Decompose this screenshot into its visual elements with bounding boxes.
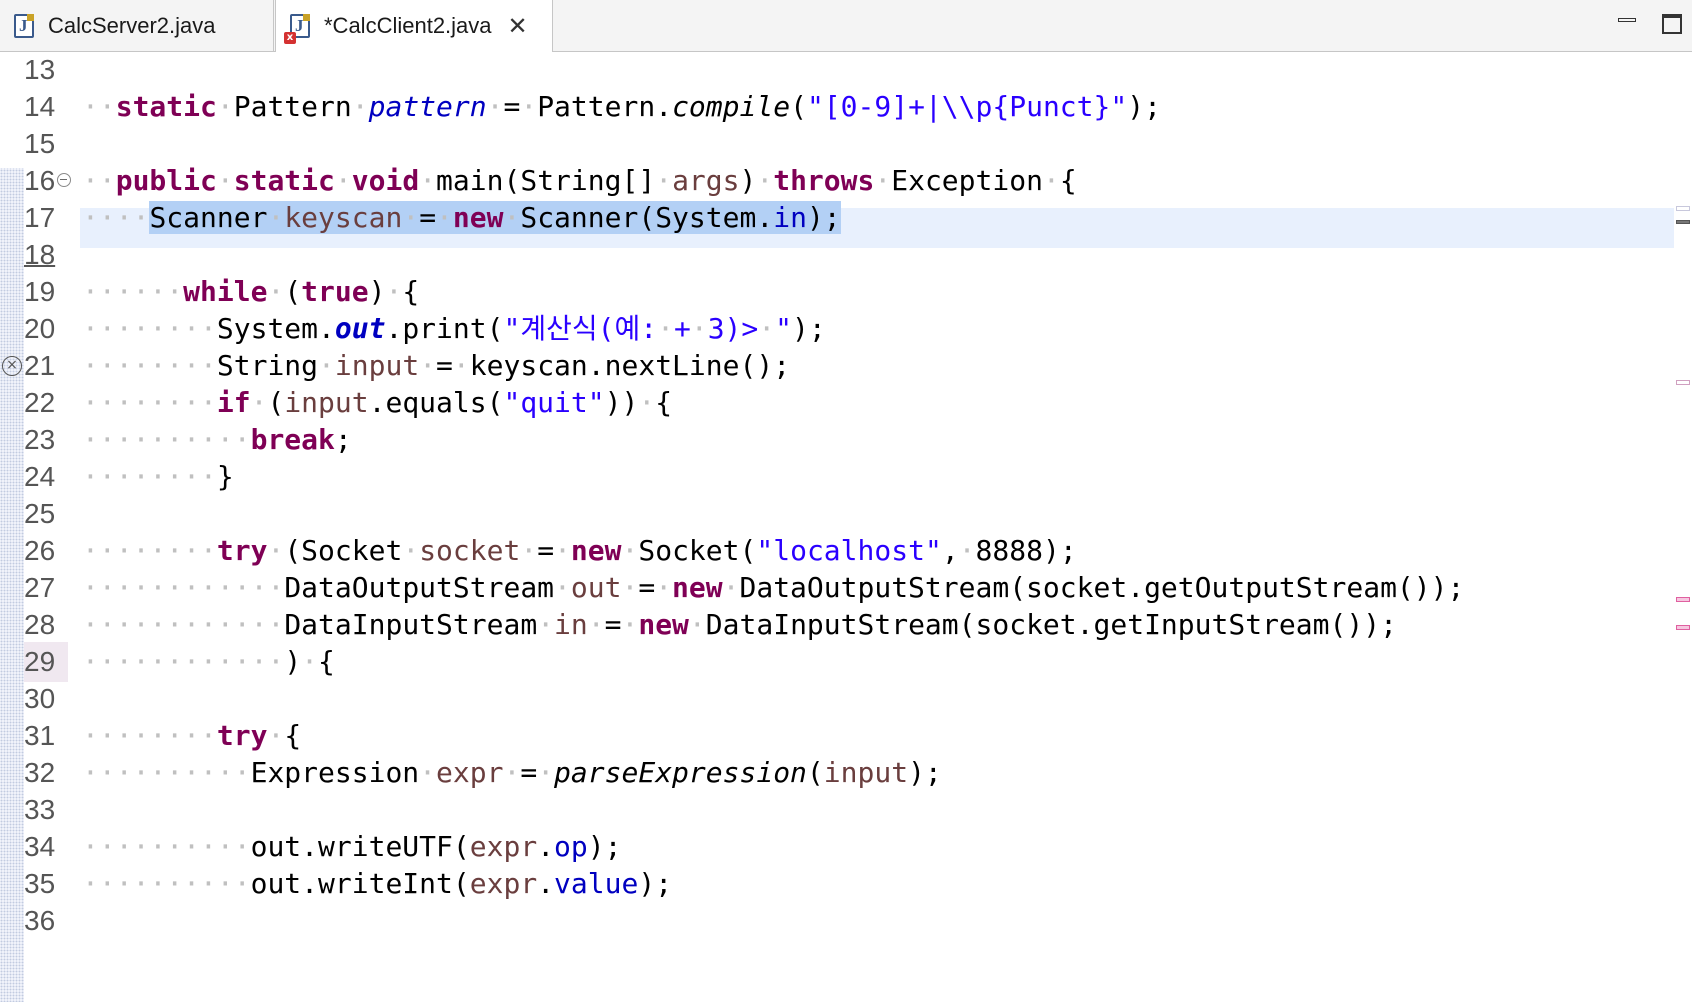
line-number: 32 [24,757,56,788]
code-text[interactable]: ········System.out.print("계산식(예:·+·3)>·"… [82,309,826,349]
code-line[interactable]: 29 ············)·{ [0,642,1692,682]
code-line[interactable]: 31 ········try·{ [0,716,1692,756]
code-line[interactable]: 21 × ········String·input·=·keyscan.nextLi… [0,346,1692,386]
code-text[interactable]: ······while·(true)·{ [82,272,419,312]
code-line[interactable]: 27 ············DataOutputStream·out·=·new… [0,568,1692,608]
code-text[interactable]: ··public·static·void·main(String[]·args)… [82,161,1077,201]
code-text[interactable]: ········if·(input.equals("quit"))·{ [82,383,672,423]
minimize-icon[interactable] [1618,14,1638,34]
overview-marker[interactable] [1676,380,1690,385]
fold-collapse-icon[interactable] [57,173,71,187]
tab-label: CalcServer2.java [48,12,216,38]
code-line[interactable]: 17 ····Scanner·keyscan·=·new·Scanner(Syst… [0,198,1692,238]
code-line[interactable]: 15 [0,124,1692,164]
line-number: 18 [24,239,56,270]
overview-marker[interactable] [1676,220,1690,224]
overview-marker[interactable] [1676,625,1690,630]
code-line[interactable]: 25 [0,494,1692,534]
code-text[interactable]: ··static·Pattern·pattern·=·Pattern.compi… [82,87,1161,127]
line-number: 20 [24,313,56,344]
code-editor[interactable]: 13 14 ··static·Pattern·pattern·=·Pattern.c… [0,52,1692,1002]
java-file-icon: J [14,13,34,38]
line-number: 28 [24,609,56,640]
line-number: 34 [24,831,56,862]
code-line[interactable]: 26 ········try·(Socket·socket·=·new·Socke… [0,531,1692,571]
line-number: 27 [24,572,56,603]
code-line[interactable]: 20 ········System.out.print("계산식(예:·+·3)>… [0,309,1692,349]
code-line[interactable]: 22 ········if·(input.equals("quit"))·{ [0,383,1692,423]
maximize-icon[interactable] [1662,14,1682,34]
code-text[interactable]: ··········break; [82,420,352,460]
code-text[interactable]: ··········out.writeInt(expr.value); [82,864,672,904]
code-line[interactable]: 13 [0,50,1692,90]
code-line[interactable]: 30 [0,679,1692,719]
code-text[interactable]: ········try·(Socket·socket·=·new·Socket(… [82,531,1077,571]
code-line[interactable]: 34 ··········out.writeUTF(expr.op); [0,827,1692,867]
tab-calcserver2[interactable]: J CalcServer2.java [0,0,274,51]
code-text[interactable]: ············DataInputStream·in·=·new·Dat… [82,605,1397,645]
code-line[interactable]: 24 ········} [0,457,1692,497]
line-number: 13 [24,54,56,85]
line-number: 26 [24,535,56,566]
line-number: 30 [24,683,56,714]
code-text[interactable]: ············DataOutputStream·out·=·new·D… [82,568,1464,608]
code-line[interactable]: 36 [0,901,1692,941]
line-number: 31 [24,720,56,751]
overview-marker[interactable] [1676,206,1690,211]
line-number: 25 [24,498,56,529]
line-number: 35 [24,868,56,899]
java-file-error-icon: Jx [284,14,310,44]
code-line[interactable]: 28 ············DataInputStream·in·=·new·D… [0,605,1692,645]
code-line[interactable]: 18 [0,235,1692,275]
overview-marker[interactable] [1676,597,1690,602]
code-text[interactable]: ········} [82,457,234,497]
code-line[interactable]: 14 ··static·Pattern·pattern·=·Pattern.com… [0,87,1692,127]
code-line[interactable]: 16 ··public·static·void·main(String[]·arg… [0,161,1692,201]
line-number: 19 [24,276,56,307]
line-number: 36 [24,905,56,936]
line-number: 14 [24,91,56,122]
code-text[interactable]: ········String·input·=·keyscan.nextLine(… [82,346,790,386]
close-icon[interactable]: ✕ [508,12,528,40]
line-number: 33 [24,794,56,825]
code-line[interactable]: 33 [0,790,1692,830]
code-line[interactable]: 35 ··········out.writeInt(expr.value); [0,864,1692,904]
code-text[interactable]: ··········out.writeUTF(expr.op); [82,827,621,867]
code-text[interactable]: ········try·{ [82,716,301,756]
error-marker-icon[interactable]: × [2,356,22,376]
line-number: 29 [24,642,68,682]
line-number: 22 [24,387,56,418]
code-text[interactable]: ··········Expression·expr·=·parseExpress… [82,753,942,793]
line-number: 24 [24,461,56,492]
line-number: 21 [24,350,56,381]
code-line[interactable]: 19 ······while·(true)·{ [0,272,1692,312]
code-text[interactable]: ············)·{ [82,642,335,682]
line-number: 17 [24,202,56,233]
tab-calcclient2[interactable]: Jx *CalcClient2.java ✕ [275,0,553,52]
code-text[interactable]: ····Scanner·keyscan·=·new·Scanner(System… [82,198,841,238]
code-line[interactable]: 32 ··········Expression·expr·=·parseExpre… [0,753,1692,793]
line-number: 15 [24,128,56,159]
editor-tab-bar: J CalcServer2.java Jx *CalcClient2.java … [0,0,1692,52]
code-line[interactable]: 23 ··········break; [0,420,1692,460]
line-number: 23 [24,424,56,455]
tab-label: *CalcClient2.java [324,13,492,38]
